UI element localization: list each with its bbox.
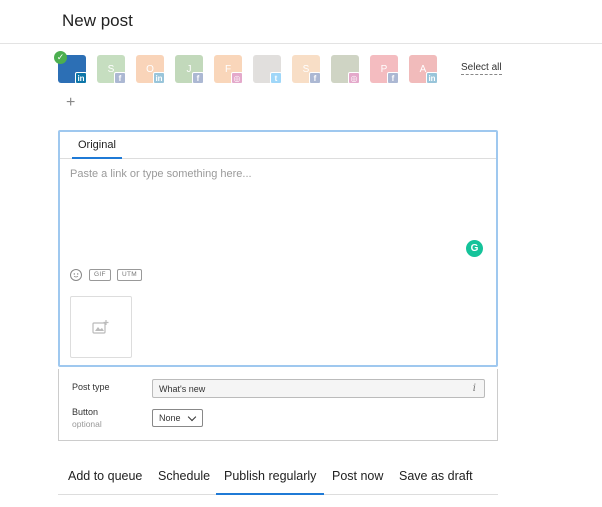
account-avatar[interactable]: F ◎ <box>214 55 243 84</box>
chevron-down-icon <box>187 412 197 422</box>
account-avatar[interactable]: Jf <box>175 55 204 84</box>
instagram-icon: ◎ <box>348 72 360 84</box>
post-now-tab[interactable]: Post now <box>332 469 383 495</box>
account-avatar[interactable]: Pf <box>370 55 399 84</box>
utm-button[interactable]: UTM <box>117 269 142 281</box>
post-type-label: Post type <box>72 382 110 392</box>
select-all-link[interactable]: Select all <box>461 62 502 75</box>
publish-actions: Add to queue Schedule Publish regularly … <box>58 462 498 495</box>
post-text-input[interactable] <box>70 168 490 258</box>
facebook-icon: f <box>114 72 126 84</box>
post-options-panel: Post type What's new i Button optional N… <box>58 369 498 441</box>
account-avatar[interactable]: Ain <box>409 55 438 84</box>
account-avatar[interactable]: Sf <box>97 55 126 84</box>
page-title: New post <box>62 11 133 30</box>
facebook-icon: f <box>192 72 204 84</box>
facebook-icon: f <box>309 72 321 84</box>
button-optional-label: optional <box>72 419 102 429</box>
account-avatar[interactable]: Oin <box>136 55 165 84</box>
twitter-icon: t <box>270 72 282 84</box>
add-image-icon <box>92 320 109 334</box>
grammarly-icon[interactable]: G <box>466 240 483 257</box>
post-composer: Original G GIF UTM <box>58 130 498 367</box>
tab-original[interactable]: Original <box>72 139 122 159</box>
add-account-button[interactable]: + <box>66 94 75 112</box>
linkedin-icon: in <box>426 72 438 84</box>
account-avatar[interactable]: Sf <box>292 55 321 84</box>
instagram-icon: ◎ <box>231 72 243 84</box>
facebook-icon: f <box>387 72 399 84</box>
page-header: New post <box>0 0 602 44</box>
publish-regularly-tab[interactable]: Publish regularly <box>216 469 325 495</box>
emoji-icon[interactable] <box>70 269 82 281</box>
post-type-select[interactable]: What's new i <box>152 379 485 398</box>
schedule-tab[interactable]: Schedule <box>158 469 210 495</box>
account-avatar[interactable]: t <box>253 55 282 84</box>
save-as-draft-tab[interactable]: Save as draft <box>399 469 473 495</box>
account-avatar[interactable]: ◎ <box>331 55 360 84</box>
account-avatar[interactable]: in ✓ <box>54 51 87 84</box>
linkedin-icon: in <box>153 72 165 84</box>
post-type-value: What's new <box>159 384 206 394</box>
button-type-select[interactable]: None <box>152 409 203 427</box>
add-to-queue-tab[interactable]: Add to queue <box>68 469 142 495</box>
composer-tabs: Original <box>60 132 496 159</box>
account-selector: in ✓ Sf Oin Jf F ◎ t Sf ◎ Pf Ain <box>54 51 498 84</box>
image-upload-area[interactable] <box>70 296 132 358</box>
checkmark-icon: ✓ <box>54 51 67 64</box>
info-icon[interactable]: i <box>473 383 476 394</box>
linkedin-icon: in <box>75 72 87 84</box>
button-label: Button <box>72 407 99 417</box>
button-type-value: None <box>159 413 181 423</box>
gif-button[interactable]: GIF <box>89 269 111 281</box>
